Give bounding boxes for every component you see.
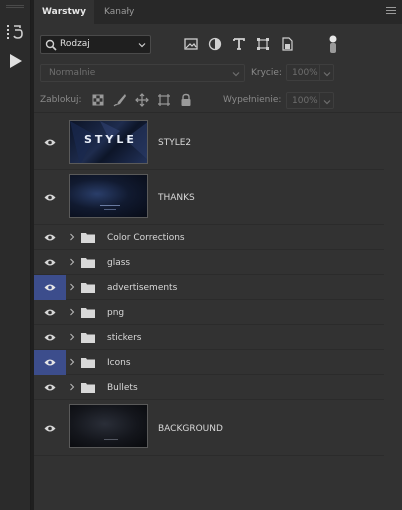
- layer-group-row[interactable]: glass: [34, 250, 384, 275]
- eye-icon: [44, 425, 56, 432]
- eye-icon: [44, 334, 56, 341]
- folder-icon: [81, 233, 95, 243]
- visibility-toggle[interactable]: [34, 400, 66, 456]
- folder-icon: [81, 358, 95, 368]
- visibility-toggle[interactable]: [34, 250, 66, 275]
- fill-label: Wypełnienie:: [223, 95, 282, 105]
- blend-mode-select[interactable]: Normalnie: [40, 64, 245, 82]
- layer-name: png: [107, 308, 125, 318]
- chevron-right-icon[interactable]: [69, 383, 75, 391]
- layer-thumbnail: [69, 404, 148, 448]
- eye-icon: [44, 139, 56, 146]
- thumbnail-text: STYLE: [84, 133, 137, 146]
- layer-group-row[interactable]: Icons: [34, 350, 384, 375]
- search-icon: [45, 39, 57, 51]
- type-filter-icon[interactable]: [232, 37, 246, 51]
- blend-mode-value: Normalnie: [49, 68, 96, 78]
- layer-name: Bullets: [107, 383, 138, 393]
- layer-group-row[interactable]: Color Corrections: [34, 225, 384, 250]
- panel-empty-area: [34, 456, 384, 510]
- chevron-right-icon[interactable]: [69, 233, 75, 241]
- tab-layers[interactable]: Warstwy: [34, 0, 94, 24]
- chevron-right-icon[interactable]: [69, 333, 75, 341]
- layer-row[interactable]: BACKGROUND: [34, 400, 384, 456]
- lock-transparent-pixels-icon[interactable]: [91, 93, 105, 107]
- image-filter-icon[interactable]: [184, 37, 198, 51]
- tool-strip: [0, 0, 31, 510]
- eye-icon: [44, 194, 56, 201]
- layer-group-row[interactable]: stickers: [34, 325, 384, 350]
- visibility-toggle[interactable]: [34, 170, 66, 225]
- adjustment-filter-icon[interactable]: [208, 37, 222, 51]
- chevron-down-icon: [232, 72, 240, 77]
- lock-position-icon[interactable]: [135, 93, 149, 107]
- layer-name: THANKS: [158, 193, 195, 203]
- chevron-right-icon[interactable]: [69, 258, 75, 266]
- lock-artboard-icon[interactable]: [157, 93, 171, 107]
- folder-icon: [81, 283, 95, 293]
- layer-name: glass: [107, 258, 131, 268]
- visibility-toggle[interactable]: [34, 300, 66, 325]
- visibility-toggle[interactable]: [34, 225, 66, 250]
- fill-field[interactable]: 100%: [286, 92, 320, 109]
- eye-icon: [44, 284, 56, 291]
- eye-icon: [44, 359, 56, 366]
- fill-dropdown-button[interactable]: [320, 92, 334, 109]
- layers-scrollbar[interactable]: [384, 116, 402, 510]
- visibility-toggle[interactable]: [34, 350, 66, 375]
- lock-label: Zablokuj:: [40, 95, 82, 105]
- tab-channels[interactable]: Kanały: [94, 0, 144, 24]
- folder-icon: [81, 308, 95, 318]
- layer-name: STYLE2: [158, 138, 192, 148]
- layer-row[interactable]: STYLE STYLE2: [34, 116, 384, 170]
- smart-object-filter-icon[interactable]: [280, 37, 294, 51]
- folder-icon: [81, 383, 95, 393]
- visibility-toggle[interactable]: [34, 275, 66, 300]
- chevron-down-icon: [323, 72, 331, 77]
- layer-group-row[interactable]: png: [34, 300, 384, 325]
- layer-name: BACKGROUND: [158, 424, 223, 434]
- filter-kind-select[interactable]: Rodzaj: [40, 35, 151, 54]
- opacity-field[interactable]: 100%: [286, 64, 320, 81]
- opacity-dropdown-button[interactable]: [320, 64, 334, 81]
- grip-handle[interactable]: [6, 5, 24, 8]
- layers-list: STYLE STYLE2 THANKS Color Corrections gl…: [34, 116, 384, 456]
- layer-thumbnail: [69, 174, 148, 218]
- chevron-right-icon[interactable]: [69, 308, 75, 316]
- eye-icon: [44, 234, 56, 241]
- layer-name: advertisements: [107, 283, 178, 293]
- eye-icon: [44, 309, 56, 316]
- tab-bar: Warstwy Kanały: [34, 0, 402, 24]
- filter-toggle-switch[interactable]: [329, 34, 337, 54]
- folder-icon: [81, 333, 95, 343]
- visibility-toggle[interactable]: [34, 325, 66, 350]
- chevron-right-icon[interactable]: [69, 358, 75, 366]
- eye-icon: [44, 384, 56, 391]
- layer-name: Icons: [107, 358, 131, 368]
- history-icon[interactable]: [6, 23, 24, 41]
- chevron-down-icon: [138, 43, 146, 48]
- layers-panel: Warstwy Kanały Rodzaj Normalnie Krycie: …: [34, 0, 402, 510]
- lock-image-pixels-icon[interactable]: [113, 93, 127, 107]
- layer-group-row[interactable]: Bullets: [34, 375, 384, 400]
- separator: [34, 112, 402, 113]
- filter-kind-value: Rodzaj: [60, 39, 90, 49]
- layer-name: Color Corrections: [107, 233, 185, 243]
- layer-row[interactable]: THANKS: [34, 170, 384, 225]
- lock-all-icon[interactable]: [179, 93, 193, 107]
- play-icon[interactable]: [6, 52, 24, 70]
- shape-filter-icon[interactable]: [256, 37, 270, 51]
- panel-menu-icon[interactable]: [386, 7, 396, 15]
- layer-thumbnail: STYLE: [69, 120, 148, 164]
- layer-group-row[interactable]: advertisements: [34, 275, 384, 300]
- visibility-toggle[interactable]: [34, 116, 66, 170]
- layer-name: stickers: [107, 333, 142, 343]
- chevron-down-icon: [323, 100, 331, 105]
- visibility-toggle[interactable]: [34, 375, 66, 400]
- folder-icon: [81, 258, 95, 268]
- opacity-label: Krycie:: [251, 68, 282, 78]
- eye-icon: [44, 259, 56, 266]
- chevron-right-icon[interactable]: [69, 283, 75, 291]
